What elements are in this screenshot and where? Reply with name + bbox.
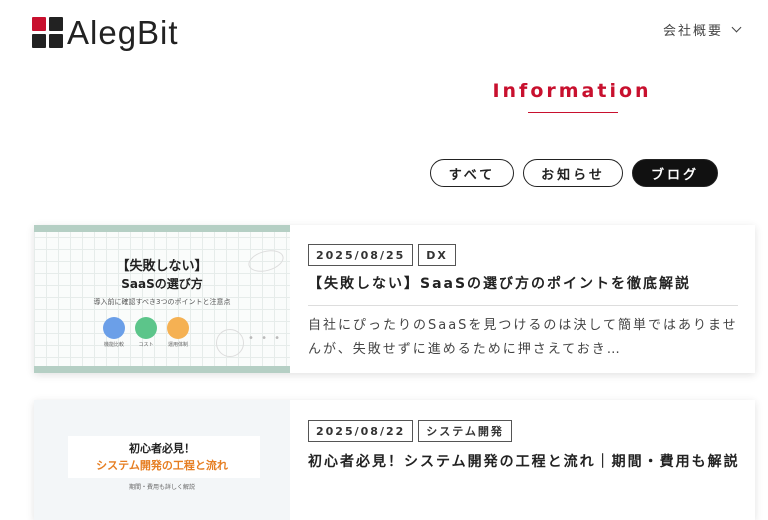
post-date: 2025/08/22	[308, 420, 414, 442]
thumb-title-line2: SaaSの選び方	[121, 277, 203, 291]
thumb-subtitle: 導入前に確認すべき3つのポイントと注意点	[93, 298, 231, 306]
decorative-dots: • • •	[248, 333, 283, 344]
logo[interactable]: AlegBit	[32, 16, 179, 49]
logo-mark-icon	[32, 17, 63, 48]
post-card[interactable]: 【失敗しない】 SaaSの選び方 導入前に確認すべき3つのポイントと注意点 機能…	[34, 225, 755, 373]
post-thumbnail[interactable]: 【失敗しない】 SaaSの選び方 導入前に確認すべき3つのポイントと注意点 機能…	[34, 225, 290, 373]
post-meta: 2025/08/22 システム開発	[308, 420, 512, 442]
blue-circle-icon	[103, 317, 125, 339]
filter-blog-button[interactable]: ブログ	[632, 159, 718, 187]
post-card[interactable]: 初心者必見！ システム開発の工程と流れ 期間・費用も詳しく解説 2025/08/…	[34, 400, 755, 520]
orange-circle-icon	[167, 317, 189, 339]
decorative-circle	[216, 329, 244, 357]
thumb-title-line1: 【失敗しない】	[116, 259, 208, 274]
title-underline	[528, 112, 618, 113]
thumb-label: 運用体制	[167, 342, 188, 348]
post-thumbnail[interactable]: 初心者必見！ システム開発の工程と流れ 期間・費用も詳しく解説	[34, 400, 290, 520]
thumb-title-line2: システム開発の工程と流れ	[96, 459, 228, 472]
nav-label: 会社概要	[662, 24, 723, 39]
post-title[interactable]: 【失敗しない】SaaSの選び方のポイントを徹底解説	[308, 272, 740, 296]
thumb-title-line1: 初心者必見！	[129, 442, 195, 455]
post-category-tag[interactable]: システム開発	[418, 420, 512, 442]
green-circle-icon	[135, 317, 157, 339]
thumb-subtitle: 期間・費用も詳しく解説	[128, 484, 195, 491]
filter-tabs: すべて お知らせ ブログ	[430, 159, 718, 187]
thumb-band-top	[34, 225, 290, 232]
thumb-label: 機能比較	[103, 342, 124, 348]
logo-text: AlegBit	[67, 14, 179, 51]
filter-news-button[interactable]: お知らせ	[523, 159, 623, 187]
post-title[interactable]: 初心者必見！システム開発の工程と流れ｜期間・費用も解説	[308, 450, 740, 474]
thumb-label: コスト	[138, 342, 154, 348]
thumb-band-bottom	[34, 366, 290, 373]
divider	[308, 305, 738, 306]
section-title: Information	[492, 80, 652, 102]
chevron-down-icon	[731, 22, 742, 33]
filter-all-button[interactable]: すべて	[430, 159, 514, 187]
nav-company-overview[interactable]: 会社概要	[662, 20, 742, 39]
post-date: 2025/08/25	[308, 244, 414, 266]
post-excerpt: 自社にぴったりのSaaSを見つけるのは決して簡単ではありませんが、失敗せずに進め…	[308, 318, 738, 357]
post-category-tag[interactable]: DX	[418, 244, 456, 266]
post-meta: 2025/08/25 DX	[308, 244, 456, 266]
